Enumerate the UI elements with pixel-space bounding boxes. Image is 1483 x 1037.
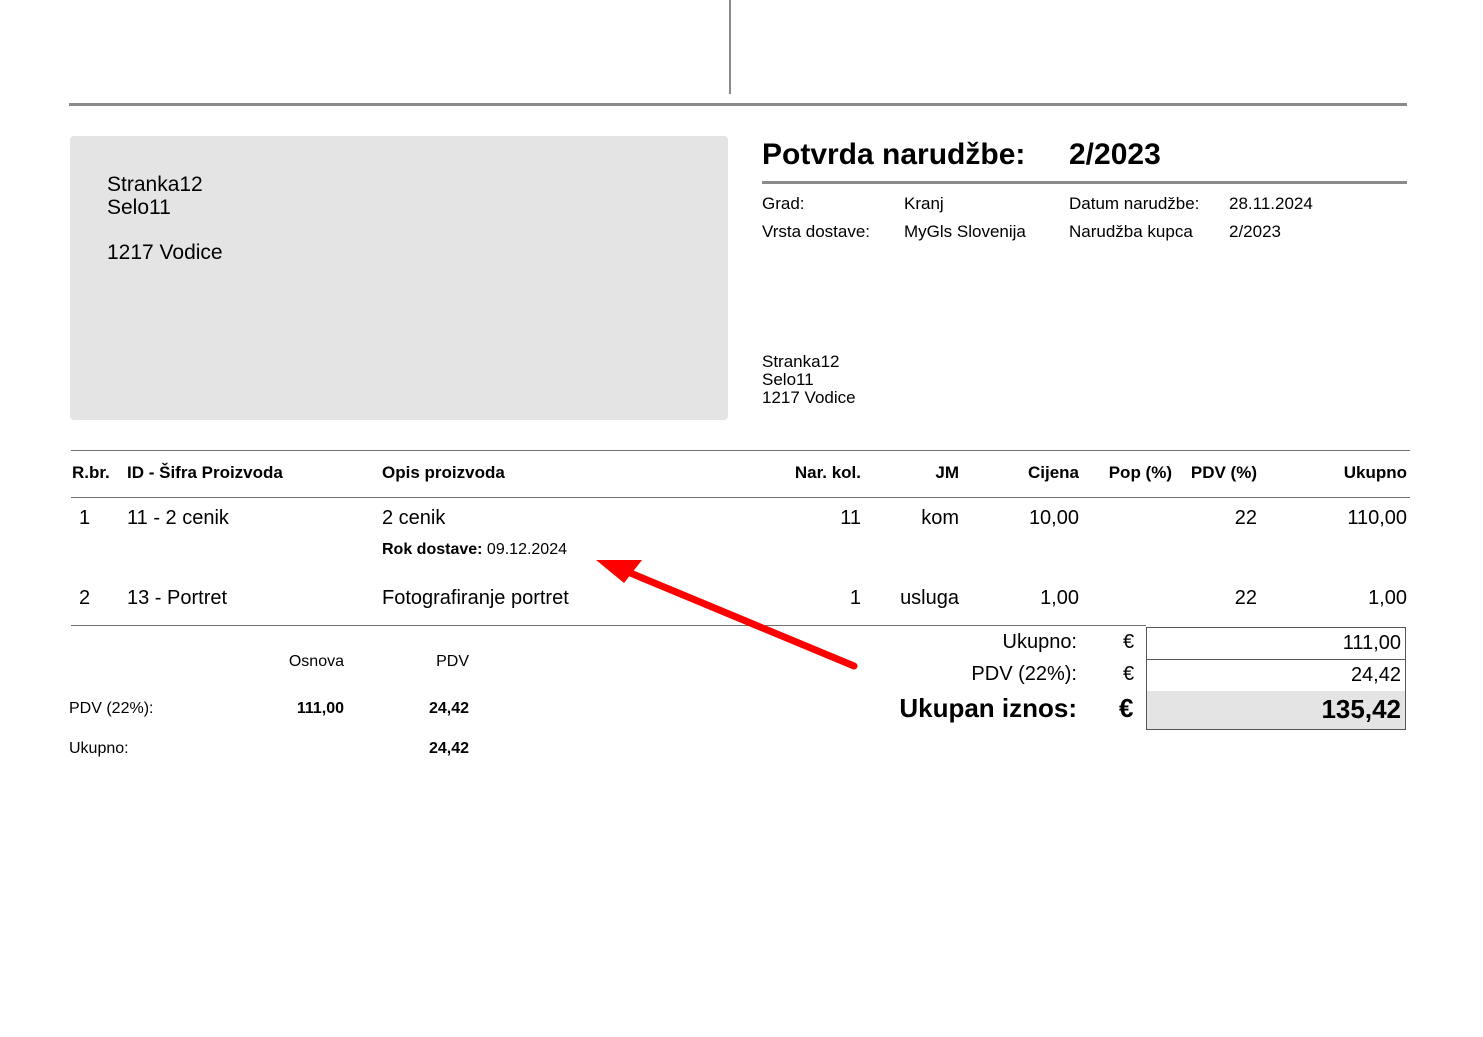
annotation-arrow-icon xyxy=(596,560,858,670)
annotation-arrow-shaft xyxy=(624,568,858,670)
